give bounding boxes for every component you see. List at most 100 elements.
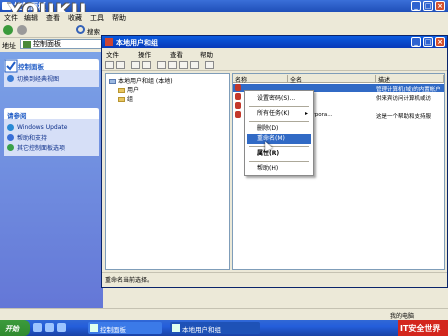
address-value: 控制面板 (33, 40, 61, 48)
task-local-users[interactable]: 本地用户和组 (170, 322, 260, 334)
menu-item-properties[interactable]: 属性(R) (247, 149, 311, 159)
section-title[interactable]: 请参阅 (4, 108, 99, 120)
inner-status-bar: 重命名当前选择。 (102, 272, 447, 284)
link-label: Windows Update (17, 123, 68, 131)
submenu-arrow-icon: ▸ (304, 110, 308, 117)
column-name[interactable]: 名称 (233, 75, 288, 84)
computer-icon (109, 79, 116, 84)
back-icon[interactable] (105, 61, 114, 69)
media-icon[interactable] (57, 323, 66, 332)
inner-menu-bar: 文件 操作 查看 帮助 (102, 48, 447, 59)
close-button[interactable]: × (435, 37, 445, 47)
task-control-panel[interactable]: 控制面板 (88, 322, 162, 334)
link-label: 其它控制面板选项 (17, 144, 66, 152)
outer-title-bar: 控制面板 YOUKU _ □ × (0, 0, 448, 22)
address-label: 地址 (2, 42, 16, 50)
browser-icon[interactable] (33, 323, 42, 332)
menu-separator (249, 121, 309, 122)
menu-separator (249, 161, 309, 162)
cut-icon[interactable] (157, 61, 166, 69)
list-header: 名称 全名 描述 (233, 74, 444, 84)
minimize-button[interactable]: _ (411, 1, 421, 11)
my-computer-label: 我的电脑 (390, 313, 415, 320)
globe-icon (7, 123, 14, 131)
context-menu: 设置密码(S)... 所有任务(K) ▸ 删除(D) 重命名(M) 属性(R) … (244, 90, 314, 176)
menu-item-all-tasks[interactable]: 所有任务(K) ▸ (247, 109, 311, 119)
up-icon[interactable] (131, 61, 140, 69)
tree-item-groups[interactable]: 组 (118, 94, 133, 103)
column-description[interactable]: 描述 (376, 75, 444, 84)
refresh-icon[interactable] (190, 61, 199, 69)
link-label: 切换到经典视图 (17, 75, 60, 83)
menu-help[interactable]: 帮助 (200, 49, 213, 59)
menu-item-label: 删除(D) (257, 125, 279, 132)
forward-icon[interactable] (116, 61, 125, 69)
user-icon (235, 84, 241, 91)
menu-item-label: 帮助(H) (257, 165, 279, 172)
console-tree: 本地用户和组 (本地) 用户 组 (105, 73, 230, 270)
maximize-button[interactable]: □ (423, 1, 433, 11)
row-description: 管理计算机(域)的内置帐户 (376, 87, 441, 93)
help-support-link[interactable]: 帮助和支持 (7, 132, 96, 142)
menu-separator (249, 146, 309, 147)
users-icon (172, 324, 180, 332)
link-label: 帮助和支持 (17, 134, 48, 142)
inner-window-title: 本地用户和组 (116, 39, 158, 47)
user-icon (235, 102, 241, 109)
inner-toolbar (102, 59, 447, 71)
tree-root-label: 本地用户和组 (本地) (118, 78, 173, 85)
minimize-button[interactable]: _ (411, 37, 421, 47)
properties-icon[interactable] (179, 61, 188, 69)
task-label: 控制面板 (100, 326, 126, 334)
watermark-badge: IT安全世界 (398, 320, 448, 336)
menu-action[interactable]: 操作 (138, 49, 151, 59)
checkmark-icon (4, 59, 18, 73)
delete-icon[interactable] (168, 61, 177, 69)
show-tree-icon[interactable] (142, 61, 151, 69)
status-text: 重命名当前选择。 (105, 277, 154, 284)
search-button[interactable]: 搜索 (87, 26, 100, 36)
close-button[interactable]: × (435, 1, 445, 11)
menu-item-label: 设置密码(S)... (257, 95, 296, 102)
user-icon (235, 93, 241, 100)
address-field[interactable]: 控制面板 (20, 39, 104, 49)
section-title[interactable]: 控制面板 (4, 59, 99, 71)
tree-root[interactable]: 本地用户和组 (本地) (109, 76, 173, 85)
task-label: 本地用户和组 (182, 326, 221, 334)
menu-item-delete[interactable]: 删除(D) (247, 124, 311, 134)
menu-item-rename[interactable]: 重命名(M) (247, 134, 311, 144)
task-pane: 控制面板 切换到经典视图 请参阅 Windows Update 帮助和支持 其它… (0, 52, 103, 320)
switch-classic-view-link[interactable]: 切换到经典视图 (7, 73, 96, 83)
row-description: 这是一个帮助和支持服 (376, 114, 432, 120)
inner-title-bar: 本地用户和组 _ □ × (102, 36, 447, 48)
windows-update-link[interactable]: Windows Update (7, 122, 96, 132)
taskbar: 开始 控制面板 本地用户和组 (0, 320, 448, 336)
start-button[interactable]: 开始 (0, 320, 30, 336)
tree-item-users[interactable]: 用户 (118, 85, 139, 94)
menu-view[interactable]: 查看 (170, 49, 183, 59)
control-panel-section: 控制面板 切换到经典视图 (4, 59, 99, 87)
see-also-section: 请参阅 Windows Update 帮助和支持 其它控制面板选项 (4, 108, 99, 156)
other-options-link[interactable]: 其它控制面板选项 (7, 142, 96, 152)
search-icon[interactable] (76, 25, 85, 34)
column-fullname[interactable]: 全名 (288, 75, 376, 84)
back-icon[interactable] (3, 25, 13, 35)
menu-file[interactable]: 文件 (106, 49, 119, 59)
forward-icon[interactable] (17, 25, 27, 35)
users-icon (105, 38, 113, 46)
menu-item-set-password[interactable]: 设置密码(S)... (247, 94, 311, 104)
menu-separator (249, 106, 309, 107)
desktop-icon[interactable] (45, 323, 54, 332)
menu-item-help[interactable]: 帮助(H) (247, 164, 311, 174)
help-icon (7, 133, 14, 141)
maximize-button[interactable]: □ (423, 37, 433, 47)
outer-menu-bar: 文件 编辑 查看 收藏 工具 帮助 (0, 12, 448, 22)
help-icon[interactable] (205, 61, 214, 69)
folder-icon (118, 88, 125, 93)
user-icon (235, 111, 241, 118)
options-icon (7, 143, 14, 151)
quick-launch (33, 323, 83, 333)
start-label: 开始 (5, 325, 19, 333)
row-description: 供来宾访问计算机或访 (376, 96, 432, 102)
control-panel-icon (90, 324, 98, 332)
